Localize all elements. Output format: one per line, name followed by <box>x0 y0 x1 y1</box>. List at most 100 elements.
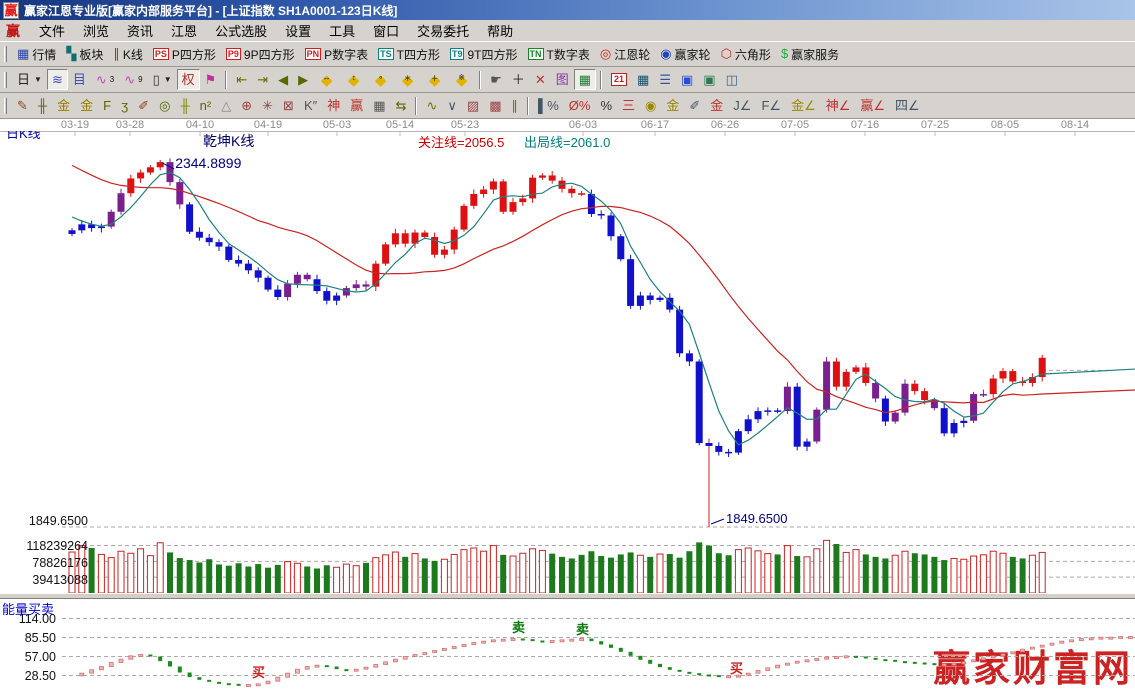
draw-gold-section-1[interactable]: 金 <box>52 95 75 116</box>
draw-pen-tool[interactable]: ✎ <box>12 95 33 116</box>
menu-item-江恩[interactable]: 江恩 <box>162 19 206 42</box>
draw-gold-line[interactable]: 金 <box>661 95 684 116</box>
draw-win-angle[interactable]: 赢∠ <box>855 95 890 116</box>
nav-save-web[interactable]: ▣ <box>698 69 720 90</box>
draw-shen-tool[interactable]: 神 <box>322 95 345 116</box>
draw-time-grid[interactable]: ╫ <box>175 95 194 116</box>
menu-item-窗口[interactable]: 窗口 <box>364 19 408 42</box>
nav-hand-tool[interactable]: ☛ <box>485 69 507 90</box>
nav-crosshair-tool[interactable]: ＋ <box>507 69 530 90</box>
draw-percent-circle[interactable]: Ø% <box>564 95 596 116</box>
nav-period-day[interactable]: 日 ▼ <box>12 69 47 90</box>
nav-grid-toggle[interactable]: ▦ <box>573 69 597 90</box>
draw-circle-tool[interactable]: ◎ <box>154 95 175 116</box>
nav-zigzag-3[interactable]: ∿ 3 <box>91 69 119 90</box>
nav-graph-window[interactable]: 图 <box>551 69 574 90</box>
nav-calendar[interactable]: 21 <box>606 69 632 90</box>
nav-page-left[interactable]: ◀ <box>273 69 293 90</box>
draw-triangle-tool[interactable]: △ <box>216 95 236 116</box>
nav-first-page[interactable]: ⇤ <box>231 69 252 90</box>
draw-mark-pen[interactable]: ✐ <box>684 95 705 116</box>
pane-splitter[interactable] <box>0 593 1135 599</box>
draw-grid-lines[interactable]: ╫ <box>33 95 52 116</box>
draw-hatch-grid[interactable]: ▨ <box>462 95 484 116</box>
draw-gann-box[interactable]: ⊠ <box>278 95 299 116</box>
nav-flag-marker[interactable]: ⚑ <box>200 69 222 90</box>
draw-pencil[interactable]: ✐ <box>133 95 154 116</box>
draw-star-rays[interactable]: ✳ <box>257 95 278 116</box>
nav-page-right[interactable]: ▶ <box>293 69 313 90</box>
menu-item-文件[interactable]: 文件 <box>30 19 74 42</box>
win-tool-icon: 赢 <box>350 97 364 113</box>
nav-rights-adjust[interactable]: 权 <box>176 69 200 90</box>
menu-item-浏览[interactable]: 浏览 <box>74 19 118 42</box>
toolbar-button-9t-square[interactable]: T9 9T四方形 <box>445 44 523 65</box>
nav-zigzag-9[interactable]: ∿ 9 <box>119 69 147 90</box>
arrow-glyph: ＋ <box>430 73 439 83</box>
nav-export[interactable]: ◫ <box>721 69 743 90</box>
draw-shift-tool[interactable]: ⇆ <box>391 95 412 116</box>
draw-dense-grid[interactable]: ▩ <box>484 95 506 116</box>
page-left-icon: ◀ <box>278 71 289 87</box>
draw-gold-section-2[interactable]: 金 <box>75 95 98 116</box>
date-label-05-14: 05-14 <box>385 119 415 131</box>
draw-fibonacci[interactable]: F <box>98 95 116 116</box>
menu-item-帮助[interactable]: 帮助 <box>478 19 522 42</box>
toolbar-button-winner-service[interactable]: $ 赢家服务 <box>776 44 844 65</box>
toolbar-grip[interactable] <box>4 97 7 114</box>
draw-gann-fan-center[interactable]: ⊕ <box>236 95 257 116</box>
nav-save[interactable]: ▣ <box>676 69 698 90</box>
nav-zoom-in[interactable]: ◆ ＋ <box>421 69 448 90</box>
draw-spiral[interactable]: ʒ <box>116 95 133 116</box>
draw-win-tool[interactable]: 赢 <box>345 95 368 116</box>
nav-zoom-reset[interactable]: ◆ ∘ <box>367 69 394 90</box>
toolbar-button-p-table[interactable]: PN P数字表 <box>300 44 374 65</box>
nav-zoom-all[interactable]: ◆ ※ <box>448 69 475 90</box>
nav-zoom-horizontal[interactable]: ◆ ↔ <box>313 69 340 90</box>
menu-item-资讯[interactable]: 资讯 <box>118 19 162 42</box>
nav-notes[interactable]: ☰ <box>654 69 676 90</box>
nav-info-board[interactable]: 目 <box>68 69 91 90</box>
draw-shen-angle[interactable]: 神∠ <box>821 95 856 116</box>
nav-zoom-fit[interactable]: ◆ ＊ <box>394 69 421 90</box>
toolbar-button-quotes[interactable]: ▦ 行情 <box>12 44 61 65</box>
draw-four-angle[interactable]: 四∠ <box>890 95 925 116</box>
toolbar-button-t-table[interactable]: TN T数字表 <box>523 44 595 65</box>
toolbar-button-winner-wheel[interactable]: ◉ 赢家轮 <box>655 44 715 65</box>
draw-gold-circle[interactable]: ◉ <box>640 95 661 116</box>
draw-k-marks[interactable]: K″ <box>299 95 322 116</box>
nav-delete-line[interactable]: ✕ <box>530 69 551 90</box>
draw-j-angle[interactable]: J∠ <box>728 95 756 116</box>
toolbar-button-t-square[interactable]: TS T四方形 <box>373 44 445 65</box>
draw-three-levels[interactable]: 三 <box>617 95 640 116</box>
menu-item-设置[interactable]: 设置 <box>276 19 320 42</box>
draw-parallel-lines[interactable]: ∥ <box>506 95 523 116</box>
draw-gold-angle[interactable]: 金∠ <box>786 95 821 116</box>
nav-zoom-vertical[interactable]: ◆ ↕ <box>340 69 367 90</box>
toolbar-button-label: 板块 <box>79 47 104 62</box>
draw-square-numbers[interactable]: n² <box>195 95 217 116</box>
nav-last-page[interactable]: ⇥ <box>252 69 273 90</box>
menu-item-交易委托[interactable]: 交易委托 <box>408 19 478 42</box>
draw-gold-red[interactable]: 金 <box>705 95 728 116</box>
nav-calculator[interactable]: ▦ <box>632 69 654 90</box>
chevron-down-icon: ▼ <box>163 75 172 84</box>
draw-wave-tool[interactable]: ∿ <box>421 95 442 116</box>
draw-percent[interactable]: % <box>595 95 617 116</box>
toolbar-button-kline[interactable]: ∥ K线 <box>108 44 148 65</box>
nav-candle-style[interactable]: ▯ ▼ <box>148 69 177 90</box>
toolbar-button-p-square[interactable]: PS P四方形 <box>148 44 221 65</box>
draw-percent-bar[interactable]: ▌% <box>533 95 564 116</box>
toolbar-grip[interactable] <box>4 71 7 88</box>
toolbar-button-9p-square[interactable]: P9 9P四方形 <box>221 44 300 65</box>
menu-item-工具[interactable]: 工具 <box>320 19 364 42</box>
toolbar-button-sectors[interactable]: ▚ 板块 <box>61 44 108 65</box>
menu-item-公式选股[interactable]: 公式选股 <box>206 19 276 42</box>
toolbar-button-gann-wheel[interactable]: ◎ 江恩轮 <box>595 44 655 65</box>
toolbar-grip[interactable] <box>4 46 7 62</box>
draw-check-wave[interactable]: ∨ <box>442 95 462 116</box>
nav-wave-view[interactable]: ≋ <box>46 69 68 90</box>
draw-matrix-tool[interactable]: ▦ <box>368 95 390 116</box>
draw-f-angle[interactable]: F∠ <box>756 95 786 116</box>
toolbar-button-hexagon[interactable]: ⬡ 六角形 <box>716 44 776 65</box>
